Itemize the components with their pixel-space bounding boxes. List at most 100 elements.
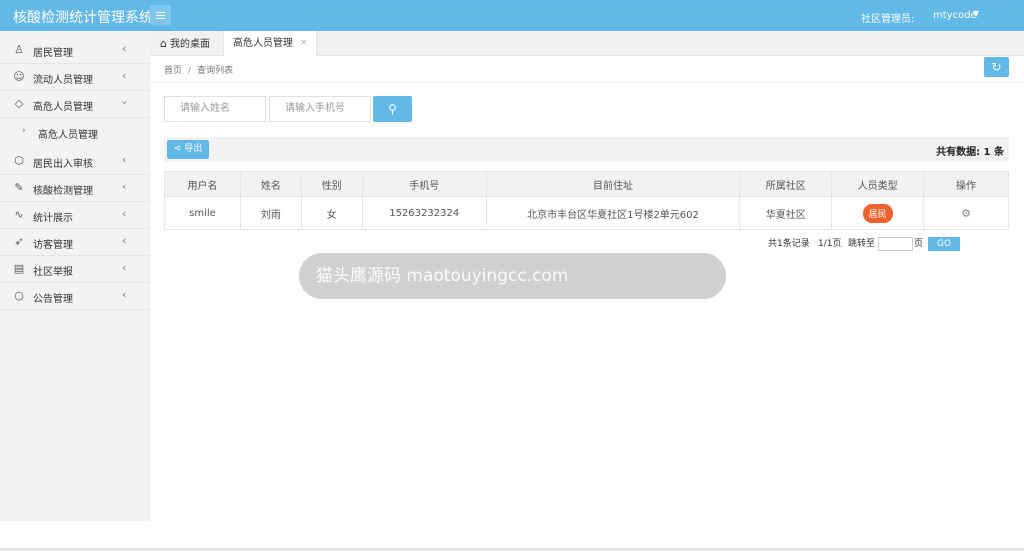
cell-phone: 15263232324 xyxy=(361,196,487,230)
sidebar-item-residents[interactable]: ♙ 居民管理 ‹ xyxy=(0,37,150,64)
export-label: 导出 xyxy=(184,144,203,154)
settings-icon[interactable]: ⚙ xyxy=(961,207,971,220)
home-icon: ⌂ xyxy=(160,37,167,50)
sidebar-item-label: 居民出入审核 xyxy=(33,159,93,170)
sidebar-subitem-label: 高危人员管理 xyxy=(38,130,98,141)
close-icon[interactable]: × xyxy=(300,31,308,56)
column-header: 性别 xyxy=(300,171,363,197)
role-label: 社区管理员: xyxy=(861,14,915,25)
watermark-banner: 猫头鹰源码 maotouyingcc.com xyxy=(299,253,726,299)
person-icon: ♙ xyxy=(14,43,24,56)
search-button[interactable]: ⚲ xyxy=(373,96,412,122)
column-header: 人员类型 xyxy=(831,171,925,197)
menu-icon-line xyxy=(156,17,165,19)
table-toolbar: ⋖ 导出 共有数据: 1 条 xyxy=(164,137,1009,162)
sidebar-subitem-high-risk[interactable]: › 高危人员管理 xyxy=(0,119,150,146)
sidebar-item-label: 居民管理 xyxy=(33,48,73,59)
sidebar-item-statistics[interactable]: ∿ 统计展示 ‹ xyxy=(0,202,150,229)
cube-icon: ⬡ xyxy=(14,154,24,167)
chevron-right-icon: › xyxy=(22,126,26,136)
share-icon: ⋖ xyxy=(173,144,185,154)
edit-icon: ✎ xyxy=(14,181,24,194)
breadcrumb-divider xyxy=(150,82,1024,83)
chevron-left-icon: ‹ xyxy=(122,288,127,301)
sidebar-item-label: 公告管理 xyxy=(33,294,73,305)
phone-search-input[interactable]: 请输入手机号 xyxy=(269,96,371,122)
tab-active-label: 高危人员管理 xyxy=(233,38,293,49)
menu-icon-line xyxy=(156,14,165,16)
cell-address: 北京市丰台区华夏社区1号楼2单元602 xyxy=(485,196,741,230)
data-table: 用户名 姓名 性别 手机号 目前住址 所属社区 人员类型 操作 smile 刘雨… xyxy=(164,171,1009,230)
sidebar-item-label: 流动人员管理 xyxy=(33,75,93,86)
breadcrumb-current: 查询列表 xyxy=(197,66,234,76)
sidebar-item-label: 社区举报 xyxy=(33,267,73,278)
column-header: 姓名 xyxy=(239,171,302,197)
chevron-down-icon: ‹ xyxy=(117,100,131,105)
sidebar-item-label: 核酸检测管理 xyxy=(33,186,93,197)
sidebar-item-floating[interactable]: ☺ 流动人员管理 ‹ xyxy=(0,64,150,91)
chevron-left-icon: ‹ xyxy=(122,69,127,82)
type-badge: 居民 xyxy=(862,203,893,223)
pager-summary: 共1条记录 xyxy=(768,239,810,249)
cell-type: 居民 xyxy=(831,196,925,230)
table-header-row: 用户名 姓名 性别 手机号 目前住址 所属社区 人员类型 操作 xyxy=(164,171,1009,197)
search-icon: ⚲ xyxy=(388,102,397,116)
sidebar-item-test-management[interactable]: ✎ 核酸检测管理 ‹ xyxy=(0,175,150,202)
tab-bar: ⌂ 我的桌面 高危人员管理 × xyxy=(150,31,1024,57)
column-header: 手机号 xyxy=(361,171,487,197)
sidebar-item-high-risk[interactable]: ◇ 高危人员管理 ‹ xyxy=(0,91,150,118)
refresh-icon: ↻ xyxy=(991,60,1002,74)
caret-down-icon[interactable]: ▼ xyxy=(973,9,979,18)
sidebar-item-label: 访客管理 xyxy=(33,240,73,251)
table-row: smile 刘雨 女 15263232324 北京市丰台区华夏社区1号楼2单元6… xyxy=(164,196,1009,230)
top-header: 核酸检测统计管理系统 社区管理员: mtycode ▼ xyxy=(0,0,1024,31)
sidebar-item-access-review[interactable]: ⬡ 居民出入审核 ‹ xyxy=(0,148,150,175)
chevron-left-icon: ‹ xyxy=(122,153,127,166)
circle-icon: ○ xyxy=(14,289,24,302)
app-title: 核酸检测统计管理系统 xyxy=(13,10,153,26)
sidebar-item-reports[interactable]: ▤ 社区举报 ‹ xyxy=(0,256,150,283)
send-icon: ➶ xyxy=(14,235,24,248)
column-header: 操作 xyxy=(923,171,1009,197)
column-header: 用户名 xyxy=(164,171,241,197)
cell-action: ⚙ xyxy=(923,196,1009,230)
go-button[interactable]: GO xyxy=(928,237,960,251)
sidebar-item-label: 高危人员管理 xyxy=(33,102,93,113)
breadcrumb: 首页 / 查询列表 xyxy=(164,63,233,76)
sidebar-item-label: 统计展示 xyxy=(33,213,73,224)
cell-gender: 女 xyxy=(300,196,363,230)
export-button[interactable]: ⋖ 导出 xyxy=(167,140,209,159)
chevron-left-icon: ‹ xyxy=(122,234,127,247)
chevron-left-icon: ‹ xyxy=(122,42,127,55)
pager-jump-label: 跳转至 xyxy=(848,239,876,249)
chevron-left-icon: ‹ xyxy=(122,207,127,220)
users-icon: ☺ xyxy=(13,70,25,83)
breadcrumb-home[interactable]: 首页 xyxy=(164,66,182,76)
breadcrumb-separator: / xyxy=(188,66,192,76)
cell-community: 华夏社区 xyxy=(739,196,833,230)
cell-username: smile xyxy=(164,196,241,230)
clipboard-icon: ▤ xyxy=(13,262,25,275)
pager-page-suffix: 页 xyxy=(914,239,924,249)
sidebar: ♙ 居民管理 ‹ ☺ 流动人员管理 ‹ ◇ 高危人员管理 ‹ › 高危人员管理 … xyxy=(0,31,150,521)
pager-page-info: 1/1页 xyxy=(818,239,842,249)
page-jump-input[interactable] xyxy=(878,237,913,251)
shield-icon: ◇ xyxy=(14,97,24,110)
column-header: 所属社区 xyxy=(739,171,833,197)
menu-icon-line xyxy=(156,11,165,13)
pulse-icon: ∿ xyxy=(14,208,24,221)
user-menu[interactable]: mtycode xyxy=(933,10,977,21)
tab-home[interactable]: ⌂ 我的桌面 xyxy=(160,31,210,56)
refresh-button[interactable]: ↻ xyxy=(984,57,1009,77)
sidebar-item-visitors[interactable]: ➶ 访客管理 ‹ xyxy=(0,229,150,256)
sidebar-item-notices[interactable]: ○ 公告管理 ‹ xyxy=(0,283,150,310)
tab-high-risk[interactable]: 高危人员管理 × xyxy=(223,31,317,57)
chevron-left-icon: ‹ xyxy=(122,261,127,274)
cell-name: 刘雨 xyxy=(239,196,302,230)
name-search-input[interactable]: 请输入姓名 xyxy=(164,96,266,122)
menu-toggle-button[interactable] xyxy=(150,5,171,25)
chevron-left-icon: ‹ xyxy=(122,180,127,193)
column-header: 目前住址 xyxy=(485,171,741,197)
tab-home-label: 我的桌面 xyxy=(169,39,210,50)
total-count: 共有数据: 1 条 xyxy=(936,147,1004,158)
